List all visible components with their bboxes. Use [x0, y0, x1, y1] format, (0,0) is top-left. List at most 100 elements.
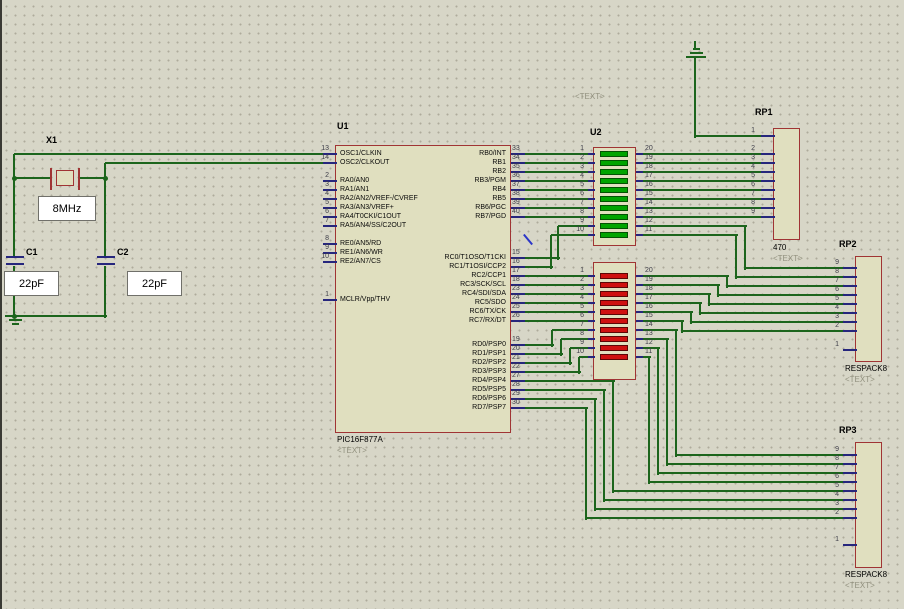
- c2-value-box[interactable]: 22pF: [127, 271, 182, 296]
- pin-stub[interactable]: [636, 275, 643, 277]
- wire[interactable]: [13, 154, 15, 257]
- pin-stub[interactable]: [761, 189, 775, 191]
- pin-stub[interactable]: [843, 481, 857, 483]
- wire[interactable]: [585, 408, 587, 520]
- pin-stub[interactable]: [636, 162, 643, 164]
- rp1-body[interactable]: [773, 128, 800, 240]
- pin-stub[interactable]: [843, 508, 857, 510]
- pin-stub[interactable]: [761, 162, 775, 164]
- pin-stub[interactable]: [843, 303, 857, 305]
- pin-stub[interactable]: [588, 356, 595, 358]
- wire[interactable]: [523, 407, 588, 409]
- pin-stub[interactable]: [588, 198, 595, 200]
- pin-stub[interactable]: [636, 207, 643, 209]
- pin-stub[interactable]: [761, 171, 775, 173]
- pin-stub[interactable]: [588, 347, 595, 349]
- pin-stub[interactable]: [761, 198, 775, 200]
- pin-stub[interactable]: [761, 180, 775, 182]
- wire[interactable]: [604, 499, 845, 501]
- pin-stub[interactable]: [511, 407, 525, 409]
- rp2-body[interactable]: [855, 256, 882, 362]
- wire[interactable]: [551, 330, 553, 347]
- x1-body[interactable]: [56, 170, 74, 186]
- wire[interactable]: [682, 330, 845, 332]
- wire[interactable]: [744, 226, 746, 270]
- pin-stub[interactable]: [323, 225, 337, 227]
- wire[interactable]: [648, 357, 650, 484]
- pin-stub[interactable]: [636, 329, 643, 331]
- pin-stub[interactable]: [323, 162, 337, 164]
- ground-icon[interactable]: [8, 319, 22, 321]
- pin-stub[interactable]: [588, 329, 595, 331]
- ground-icon[interactable]: [11, 323, 19, 325]
- pin-stub[interactable]: [636, 234, 643, 236]
- pin-stub[interactable]: [843, 276, 857, 278]
- pin-stub[interactable]: [843, 267, 857, 269]
- wire[interactable]: [695, 135, 763, 137]
- pin-stub[interactable]: [588, 275, 595, 277]
- pin-stub[interactable]: [636, 338, 643, 340]
- pin-stub[interactable]: [588, 338, 595, 340]
- wire[interactable]: [14, 153, 325, 155]
- wire[interactable]: [105, 162, 325, 164]
- wire[interactable]: [595, 508, 845, 510]
- pin-stub[interactable]: [843, 463, 857, 465]
- pin-stub[interactable]: [588, 293, 595, 295]
- wire[interactable]: [550, 235, 552, 269]
- pin-stub[interactable]: [636, 171, 643, 173]
- wire[interactable]: [14, 177, 52, 179]
- pin-stub[interactable]: [843, 544, 857, 546]
- pin-stub[interactable]: [843, 294, 857, 296]
- pin-stub[interactable]: [636, 198, 643, 200]
- pin-stub[interactable]: [636, 302, 643, 304]
- pin-stub[interactable]: [636, 225, 643, 227]
- pin-stub[interactable]: [843, 312, 857, 314]
- pin-stub[interactable]: [588, 284, 595, 286]
- pin-stub[interactable]: [761, 135, 775, 137]
- pin-stub[interactable]: [843, 490, 857, 492]
- rp3-body[interactable]: [855, 442, 882, 568]
- pin-stub[interactable]: [588, 320, 595, 322]
- pin-stub[interactable]: [588, 180, 595, 182]
- pin-stub[interactable]: [588, 234, 595, 236]
- wire[interactable]: [612, 381, 614, 493]
- pin-stub[interactable]: [588, 153, 595, 155]
- pin-stub[interactable]: [323, 261, 337, 263]
- pin-stub[interactable]: [761, 216, 775, 218]
- pin-stub[interactable]: [761, 207, 775, 209]
- pin-stub[interactable]: [636, 180, 643, 182]
- wire[interactable]: [557, 226, 559, 260]
- pin-stub[interactable]: [636, 293, 643, 295]
- pin-stub[interactable]: [843, 517, 857, 519]
- wire[interactable]: [14, 315, 107, 317]
- pin-stub[interactable]: [843, 454, 857, 456]
- wire[interactable]: [675, 330, 677, 457]
- pin-stub[interactable]: [843, 499, 857, 501]
- wire[interactable]: [104, 266, 106, 318]
- ground-icon[interactable]: [694, 41, 696, 50]
- wire[interactable]: [586, 517, 845, 519]
- x1-value-box[interactable]: 8MHz: [38, 196, 96, 221]
- c1-value-box[interactable]: 22pF: [4, 271, 59, 296]
- pin-stub[interactable]: [636, 284, 643, 286]
- pin-stub[interactable]: [588, 162, 595, 164]
- wire[interactable]: [735, 235, 737, 279]
- pin-stub[interactable]: [636, 320, 643, 322]
- pin-stub[interactable]: [511, 216, 525, 218]
- pin-stub[interactable]: [843, 285, 857, 287]
- pin-stub[interactable]: [636, 356, 643, 358]
- pin-stub[interactable]: [636, 189, 643, 191]
- wire[interactable]: [641, 234, 738, 236]
- wire[interactable]: [551, 234, 590, 236]
- pin-stub[interactable]: [588, 311, 595, 313]
- pin-stub[interactable]: [588, 225, 595, 227]
- pin-stub[interactable]: [588, 216, 595, 218]
- wire[interactable]: [694, 57, 696, 138]
- pin-stub[interactable]: [843, 330, 857, 332]
- pin-stub[interactable]: [636, 153, 643, 155]
- pin-stub[interactable]: [588, 171, 595, 173]
- pin-stub[interactable]: [636, 347, 643, 349]
- wire[interactable]: [613, 490, 845, 492]
- pin-stub[interactable]: [323, 299, 337, 301]
- pin-stub[interactable]: [636, 216, 643, 218]
